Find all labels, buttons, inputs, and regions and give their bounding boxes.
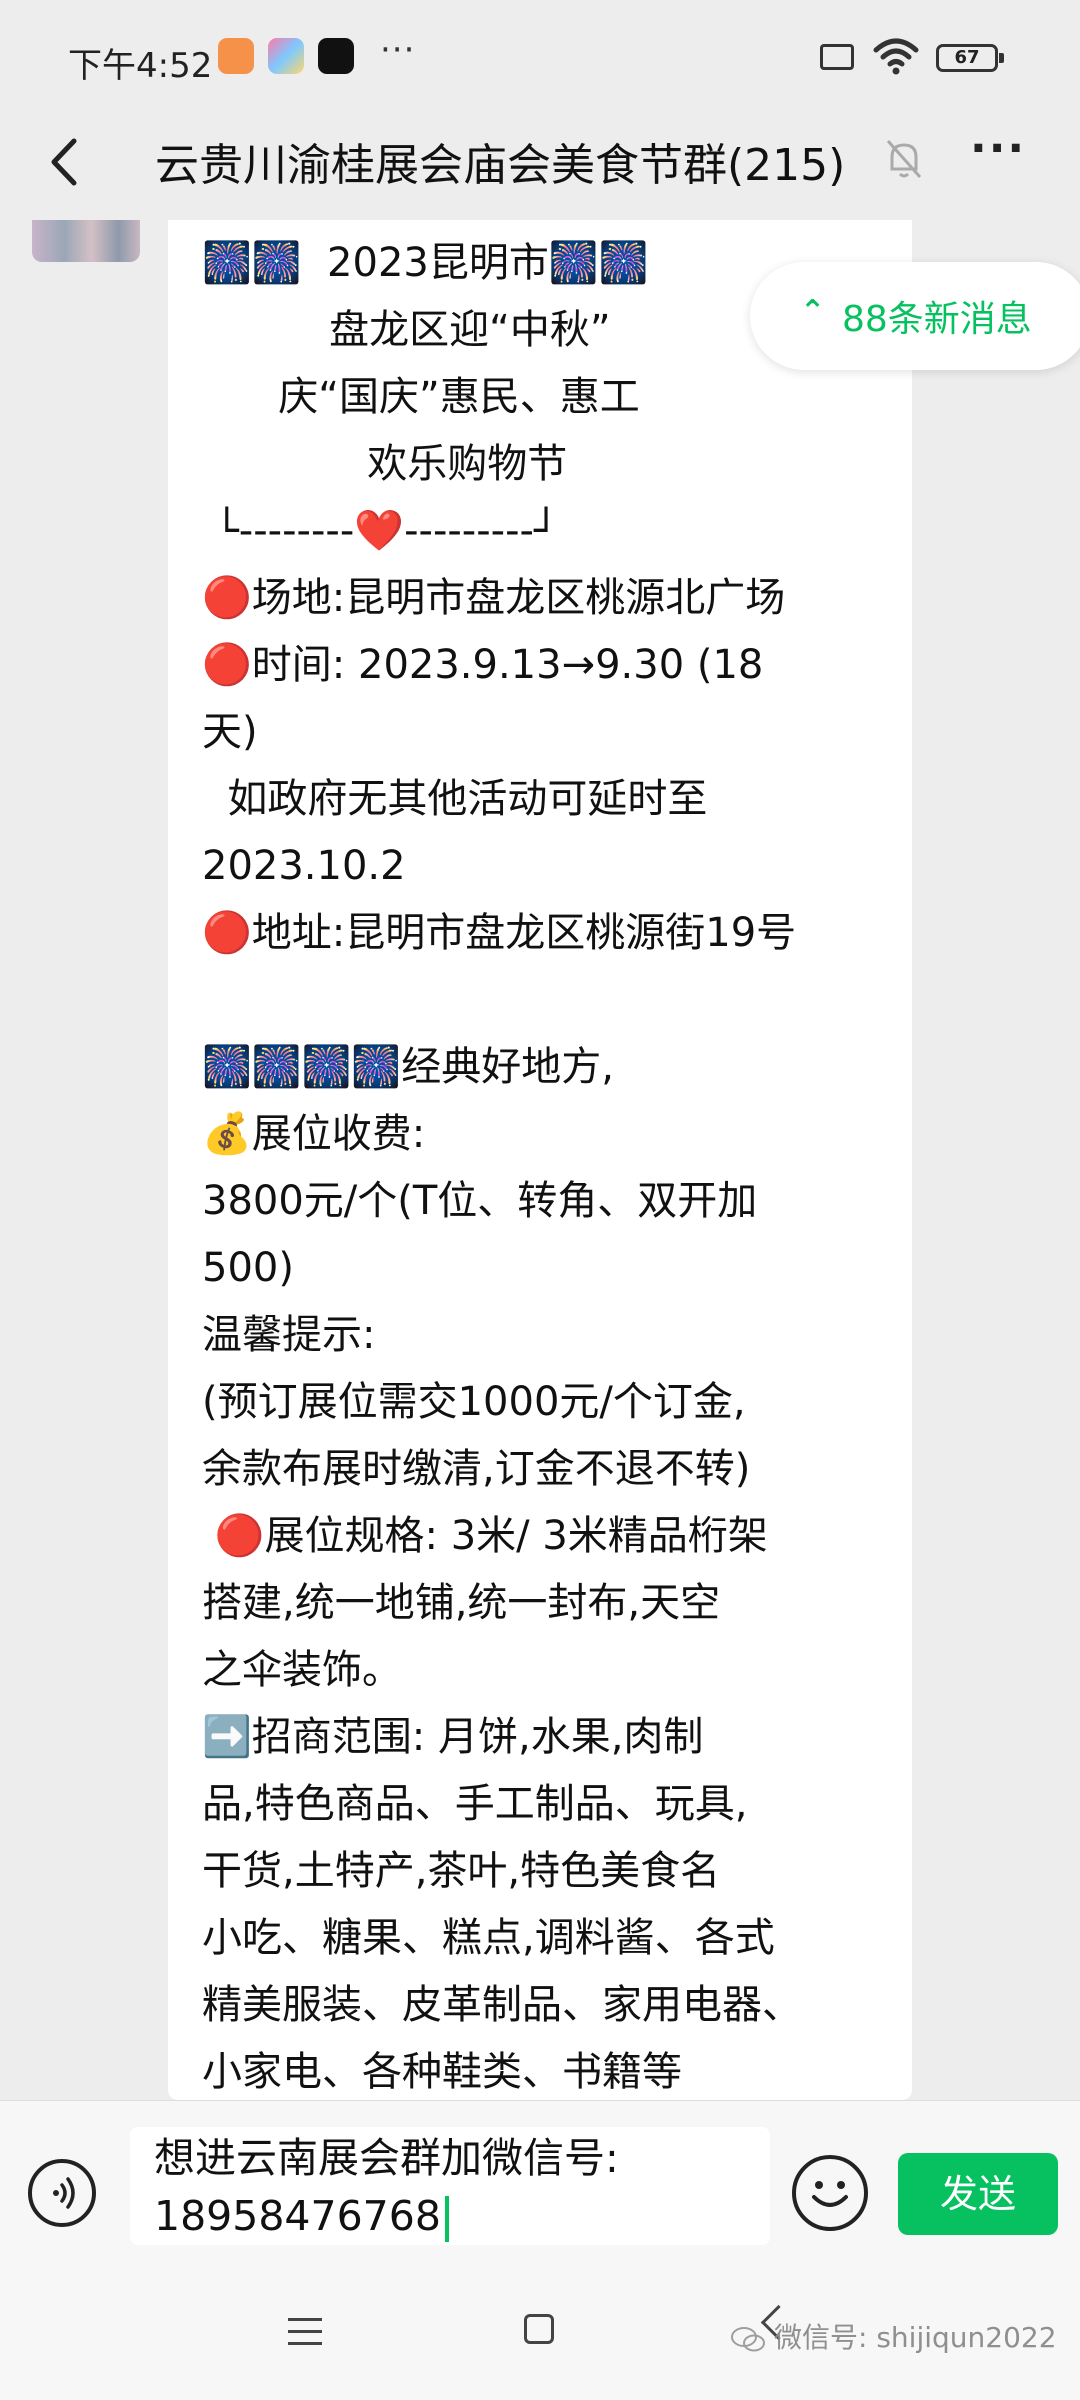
game-app-icon (268, 38, 304, 74)
chat-header: 云贵川渝桂展会庙会美食节群(215) ··· (0, 115, 1080, 215)
input-text-line1: 想进云南展会群加微信号: (154, 2134, 619, 2182)
emoji-icon (812, 2181, 848, 2207)
message-line: 2023.10.2 (202, 843, 406, 889)
message-line: (预订展位需交1000元/个订金, (202, 1379, 746, 1425)
double-chevron-up-icon: ⌃ (800, 294, 826, 329)
system-nav-bar: 微信号: shijiqun2022 (0, 2270, 1080, 2400)
watermark-text: 微信号: shijiqun2022 (774, 2321, 1057, 2354)
wechat-icon (731, 2327, 765, 2352)
message-line: 🔴展位规格: 3米/ 3米精品桁架 (202, 1513, 768, 1559)
message-line: 搭建,统一地铺,统一封布,天空 (202, 1580, 721, 1626)
message-line: 余款布展时缴清,订金不退不转) (202, 1446, 751, 1492)
sender-avatar[interactable] (32, 220, 140, 262)
message-bubble[interactable]: 🎆🎆 2023昆明市🎆🎆 盘龙区迎“中秋” 庆“国庆”惠民、惠工 欢乐购物节 └… (168, 220, 912, 2100)
message-line: 如政府无其他活动可延时至 (202, 776, 708, 822)
message-line: 小家电、各种鞋类、书籍等 (202, 2049, 682, 2095)
message-line: 🔴时间: 2023.9.13→9.30 (18 (202, 642, 764, 688)
notification-app-icon (218, 38, 254, 74)
recent-apps-button[interactable] (288, 2318, 322, 2354)
more-options-button[interactable]: ··· (970, 123, 1026, 174)
message-line: 💰展位收费: (202, 1111, 426, 1157)
message-input[interactable]: 想进云南展会群加微信号: 18958476768 (130, 2127, 770, 2245)
message-line: 🔴地址:昆明市盘龙区桃源街19号 (202, 910, 797, 956)
message-line: 庆“国庆”惠民、惠工 (202, 374, 640, 420)
input-bar: 想进云南展会群加微信号: 18958476768 发送 (0, 2100, 1080, 2271)
message-line: 500) (202, 1245, 294, 1291)
message-line: 小吃、糖果、糕点,调料酱、各式 (202, 1915, 775, 1961)
home-button[interactable] (524, 2314, 554, 2344)
text-cursor (444, 2196, 449, 2242)
message-line: 之伞装饰。 (202, 1647, 402, 1693)
back-button[interactable] (30, 127, 100, 197)
watermark: 微信号: shijiqun2022 (730, 2316, 1057, 2356)
chat-title: 云贵川渝桂展会庙会美食节群(215) (155, 140, 846, 191)
message-line: 精美服装、皮革制品、家用电器、 (202, 1982, 802, 2028)
status-time: 下午4:52 (68, 46, 213, 86)
emoji-button[interactable] (792, 2155, 868, 2231)
more-notifications-icon: ··· (380, 30, 416, 70)
message-line: 3800元/个(T位、转角、双开加 (202, 1178, 758, 1224)
tiktok-icon (318, 38, 354, 74)
new-messages-button[interactable]: ⌃ 88条新消息 (750, 262, 1080, 370)
message-line: └--------❤️---------┘ (202, 508, 559, 554)
send-button[interactable]: 发送 (898, 2153, 1058, 2235)
new-messages-label: 88条新消息 (842, 299, 1032, 340)
voice-input-button[interactable] (28, 2159, 96, 2227)
input-text-line2: 18958476768 (154, 2192, 441, 2240)
message-line: 欢乐购物节 (202, 441, 568, 487)
message-line: 🔴场地:昆明市盘龙区桃源北广场 (202, 575, 786, 621)
no-sim-icon (820, 44, 854, 70)
message-line: 温馨提示: (202, 1312, 376, 1358)
message-line: 品,特色商品、手工制品、玩具, (202, 1781, 748, 1827)
message-line: 干货,土特产,茶叶,特色美食名 (202, 1848, 721, 1894)
battery-icon: 67 (936, 44, 1004, 72)
message-line: 天) (202, 709, 258, 755)
wifi-icon (873, 38, 919, 75)
message-line (202, 967, 912, 1034)
message-text: 🎆🎆 2023昆明市🎆🎆 盘龙区迎“中秋” 庆“国庆”惠民、惠工 欢乐购物节 └… (202, 230, 912, 2100)
voice-icon (53, 2177, 75, 2209)
message-line: ➡️招商范围: 月饼,水果,肉制 (202, 1714, 704, 1760)
mute-bell-icon (886, 140, 922, 178)
message-line: 🎆🎆🎆🎆经典好地方, (202, 1044, 614, 1090)
status-bar: 下午4:52 ··· 67 (0, 0, 1080, 115)
